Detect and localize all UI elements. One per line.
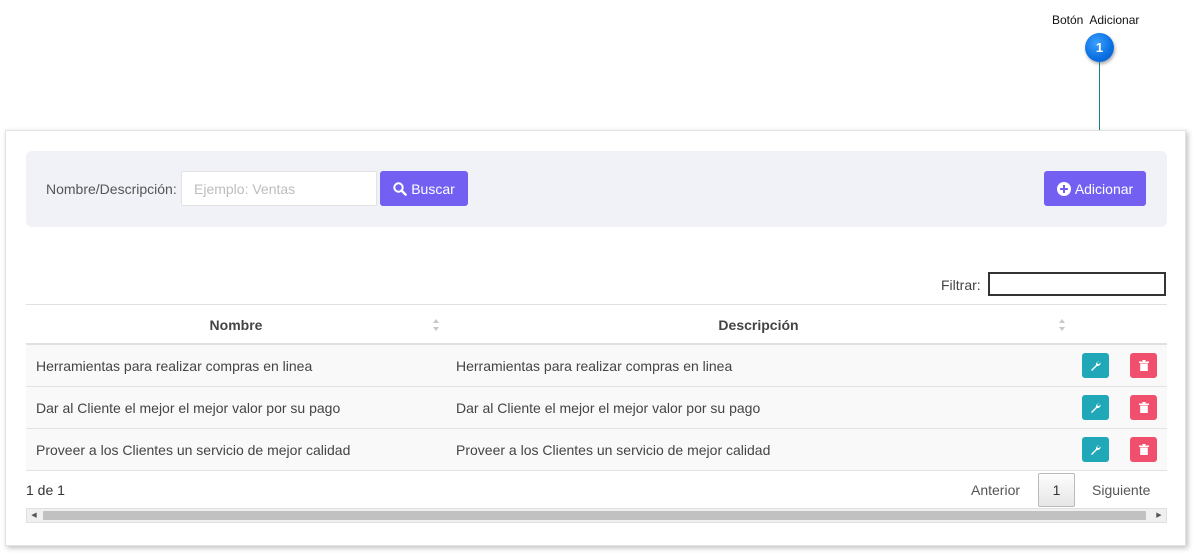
trash-icon [1138,360,1149,371]
add-button-label: Adicionar [1074,180,1134,197]
main-panel: Nombre/Descripción: Buscar Adicionar Fil… [5,130,1186,546]
wrench-icon [1091,361,1101,371]
add-button[interactable]: Adicionar [1044,171,1146,206]
filter-input[interactable] [988,272,1166,296]
delete-button[interactable] [1130,395,1157,420]
search-button-label: Buscar [411,180,455,197]
edit-button[interactable] [1082,437,1109,462]
search-bar: Nombre/Descripción: Buscar Adicionar [26,151,1167,227]
cell-descripcion: Proveer a los Clientes un servicio de me… [456,442,771,458]
column-header-nombre[interactable]: Nombre [26,305,446,345]
data-table: Nombre Descripción Herramientas para rea… [26,304,1167,471]
plus-circle-icon [1056,181,1071,196]
trash-icon [1138,444,1149,455]
callout-badge: 1 [1085,33,1114,62]
table-row: Dar al Cliente el mejor el mejor valor p… [26,387,1167,429]
page-number-button[interactable]: 1 [1038,473,1075,507]
scroll-right-icon[interactable]: ▶ [1152,509,1166,522]
table-row: Proveer a los Clientes un servicio de me… [26,429,1167,471]
wrench-icon [1091,403,1101,413]
cell-descripcion: Herramientas para realizar compras en li… [456,358,733,374]
callout-label: Botón Adicionar [1052,13,1140,27]
previous-page-button[interactable]: Anterior [971,482,1020,498]
cell-descripcion: Dar al Cliente el mejor el mejor valor p… [456,400,761,416]
sort-icon[interactable] [1058,317,1066,333]
wrench-icon [1091,445,1101,455]
delete-button[interactable] [1130,353,1157,378]
table-row: Herramientas para realizar compras en li… [26,345,1167,387]
cell-nombre: Proveer a los Clientes un servicio de me… [36,442,351,458]
trash-icon [1138,402,1149,413]
search-icon [393,181,408,196]
scrollbar-thumb[interactable] [43,511,1146,520]
edit-button[interactable] [1082,353,1109,378]
cell-nombre: Herramientas para realizar compras en li… [36,358,313,374]
next-page-button[interactable]: Siguiente [1092,482,1150,498]
edit-button[interactable] [1082,395,1109,420]
search-label: Nombre/Descripción: [46,181,177,197]
page-info: 1 de 1 [26,482,65,498]
delete-button[interactable] [1130,437,1157,462]
sort-icon[interactable] [432,317,440,333]
scroll-left-icon[interactable]: ◀ [27,509,41,522]
horizontal-scrollbar[interactable]: ◀ ▶ [26,508,1167,523]
filter-label: Filtrar: [941,277,981,293]
screen: Botón Adicionar 1 Nombre/Descripción: Bu… [0,0,1195,554]
search-input[interactable] [181,171,377,206]
table-header: Nombre Descripción [26,305,1167,345]
column-header-descripcion[interactable]: Descripción [446,305,1071,345]
cell-nombre: Dar al Cliente el mejor el mejor valor p… [36,400,341,416]
search-button[interactable]: Buscar [380,171,468,206]
